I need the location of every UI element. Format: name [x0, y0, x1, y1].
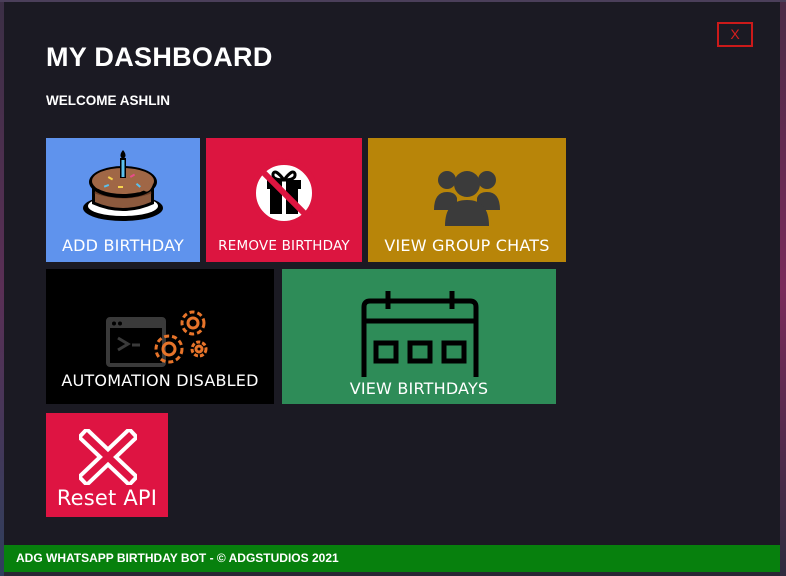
remove-birthday-label: REMOVE BIRTHDAY: [218, 238, 350, 254]
remove-birthday-tile[interactable]: REMOVE BIRTHDAY: [206, 138, 362, 262]
reset-api-label: Reset API: [56, 486, 158, 510]
view-group-chats-label: VIEW GROUP CHATS: [384, 236, 550, 255]
footer-bar: ADG WHATSAPP BIRTHDAY BOT - © ADGSTUDIOS…: [4, 545, 780, 572]
automation-toggle-tile[interactable]: AUTOMATION DISABLED: [46, 269, 274, 404]
view-birthdays-tile[interactable]: VIEW BIRTHDAYS: [282, 269, 556, 404]
calendar-icon: [361, 291, 479, 377]
reset-api-tile[interactable]: Reset API: [46, 413, 168, 517]
close-button[interactable]: X: [717, 22, 753, 47]
page-title: MY DASHBOARD: [46, 42, 273, 72]
x-icon: [79, 429, 137, 485]
automation-status-label: AUTOMATION DISABLED: [61, 371, 259, 390]
no-gift-icon: [250, 159, 318, 227]
view-group-chats-tile[interactable]: VIEW GROUP CHATS: [368, 138, 566, 262]
desktop-background-right: [780, 0, 786, 576]
add-birthday-tile[interactable]: ADD BIRTHDAY: [46, 138, 200, 262]
welcome-text: WELCOME ASHLIN: [46, 93, 170, 108]
add-birthday-label: ADD BIRTHDAY: [61, 236, 185, 255]
group-icon: [434, 171, 500, 226]
birthday-cake-icon: [83, 150, 163, 221]
dashboard-window: MY DASHBOARD WELCOME ASHLIN X ADD BIRTHD…: [4, 2, 780, 572]
terminal-gears-icon: [106, 310, 208, 367]
view-birthdays-label: VIEW BIRTHDAYS: [349, 379, 489, 398]
